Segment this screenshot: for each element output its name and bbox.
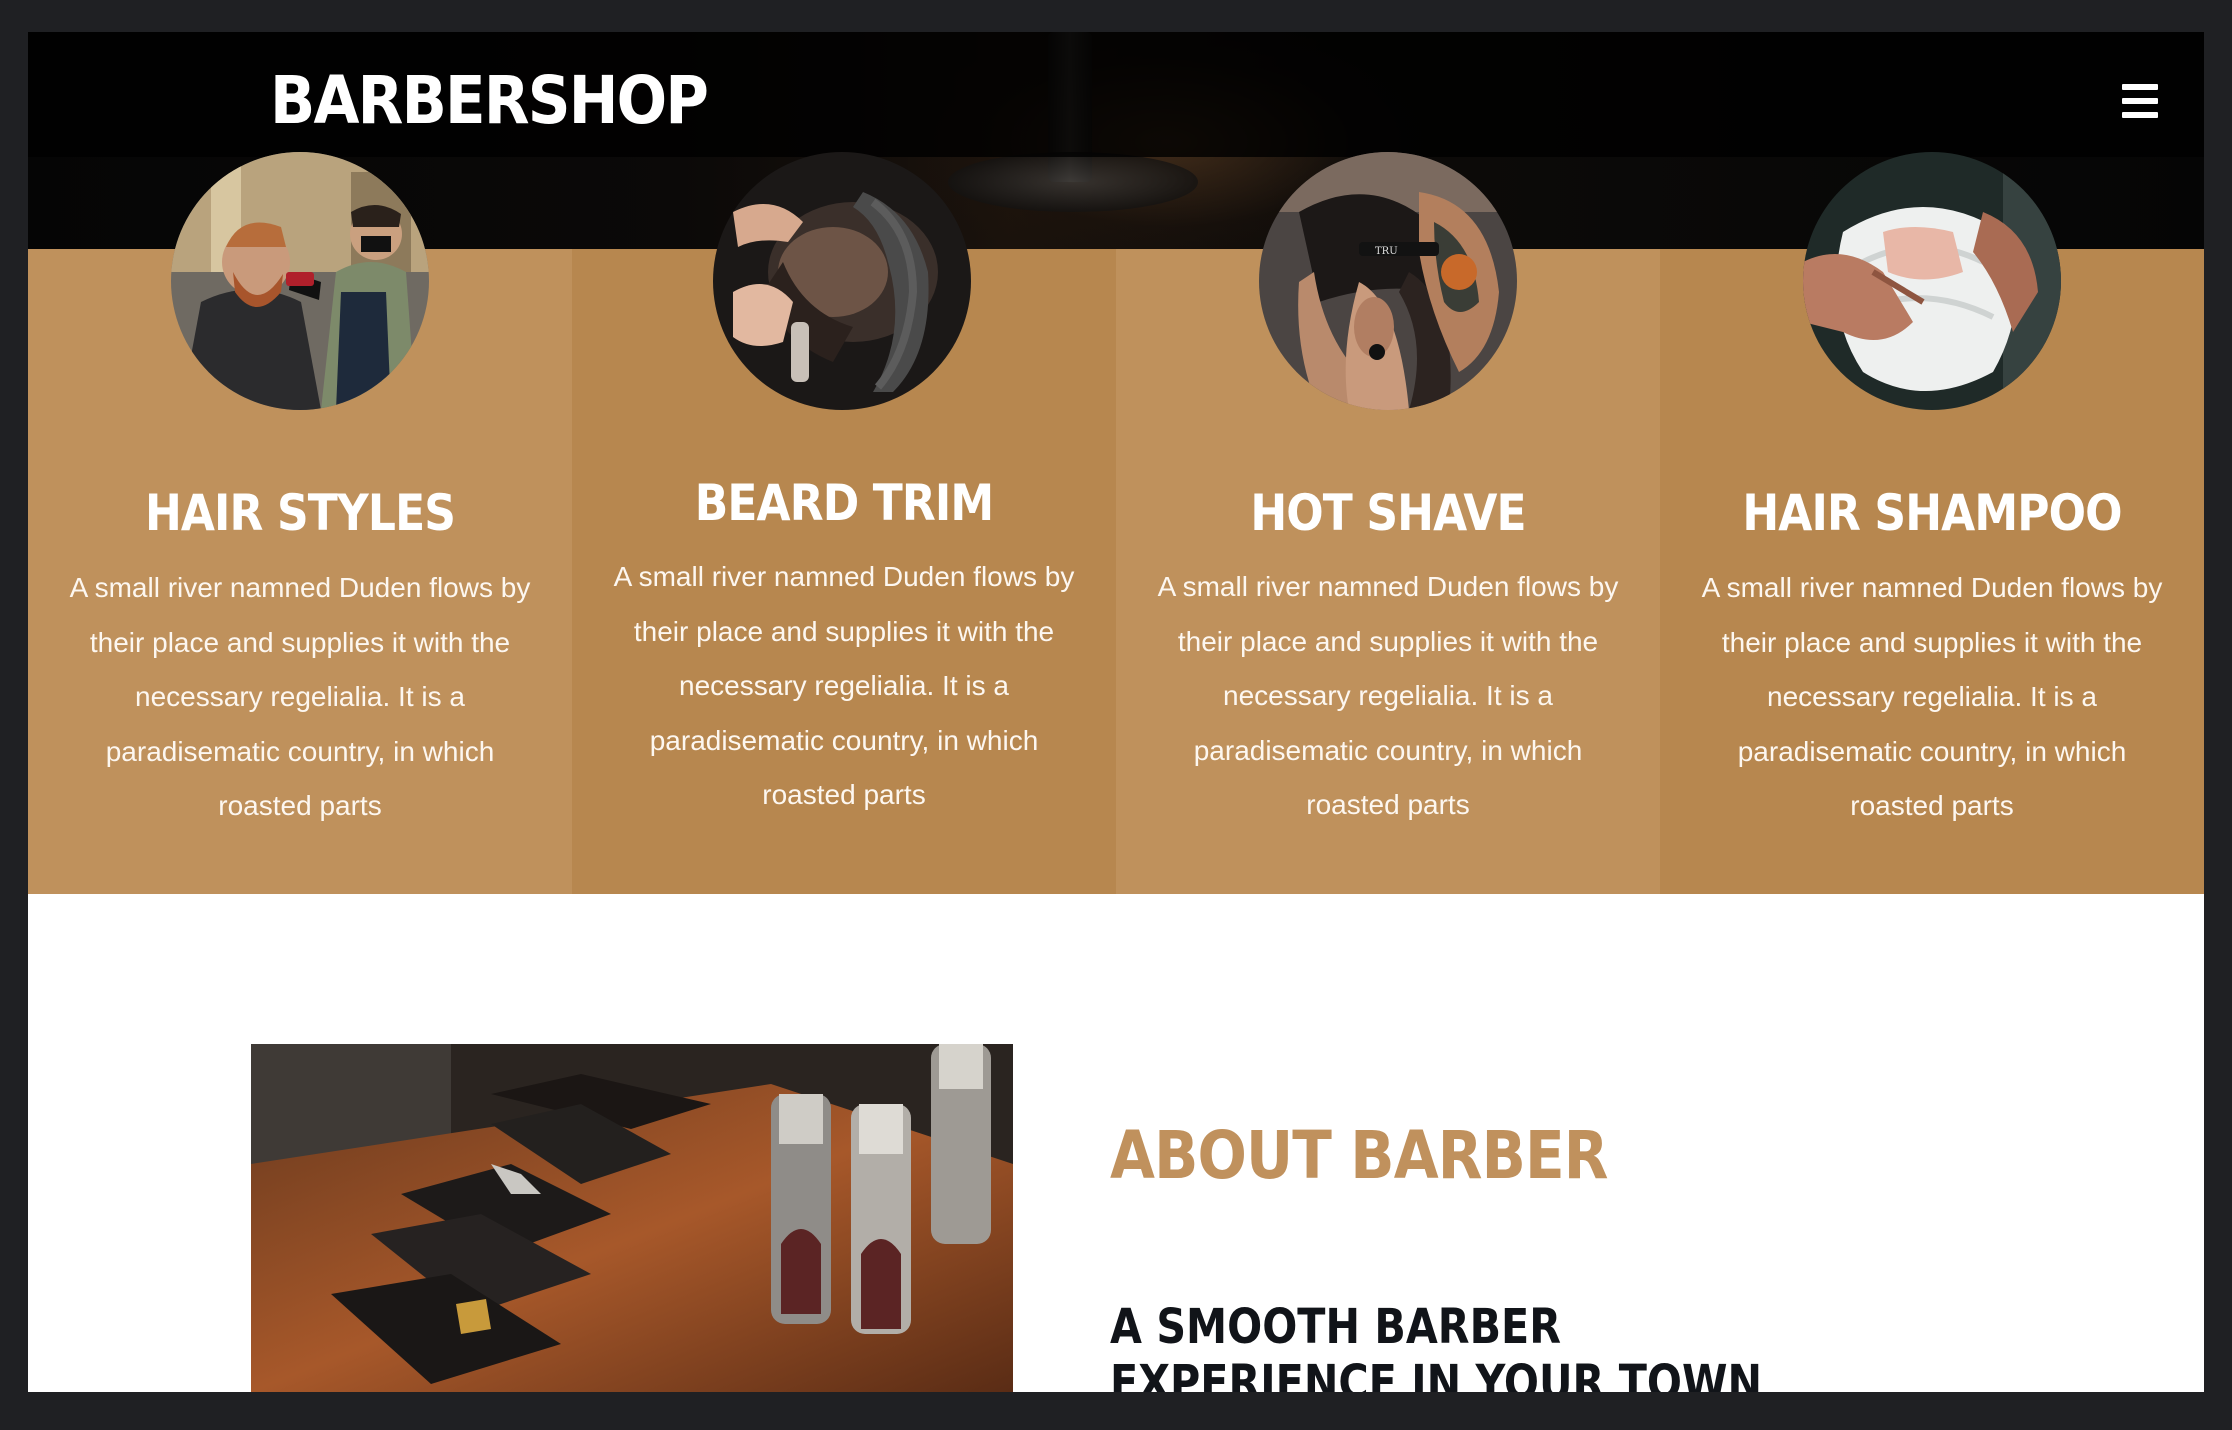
description-line: their place and supplies it with the (89, 626, 511, 658)
barber-chair-base (948, 152, 1198, 212)
menu-bar (2122, 112, 2158, 118)
svg-text:TRU: TRU (1375, 246, 1398, 257)
barber-styling-photo (171, 152, 429, 410)
service-title: HAIR SHAMPOO (1742, 484, 2122, 542)
towel-shampoo-photo (1803, 152, 2061, 410)
description-line: necessary regelialia. It is a (135, 681, 465, 712)
description-line: roasted parts (1850, 790, 2014, 821)
about-heading: ABOUT BARBER (1110, 1117, 1609, 1194)
beard-trim-photo (713, 152, 971, 410)
description-line: paradisematic country, in which (1193, 734, 1583, 766)
service-title: HOT SHAVE (1250, 484, 1526, 542)
service-description: A small river namned Duden flows by thei… (572, 550, 1116, 823)
description-line: their place and supplies it with the (633, 615, 1055, 647)
hamburger-menu-icon[interactable] (2122, 84, 2158, 118)
hot-shave-photo: TRU (1259, 152, 1517, 410)
description-line: A small river namned Duden flows by (613, 561, 1075, 592)
menu-bar (2122, 98, 2158, 104)
description-line: A small river namned Duden flows by (1157, 571, 1619, 602)
description-line: necessary regelialia. It is a (1223, 680, 1553, 711)
service-description: A small river namned Duden flows by thei… (1660, 561, 2204, 834)
description-line: paradisematic country, in which (1737, 735, 2127, 767)
brand-logo[interactable]: BARBERSHOP (270, 62, 709, 139)
hair-clippers-photo (251, 1044, 1013, 1392)
page-viewport: BARBERSHOP HAIR STYLES A small river nam… (28, 32, 2204, 1392)
about-subheading: A SMOOTH BARBER EXPERIENCE IN YOUR TOWN (1110, 1299, 1763, 1392)
description-line: paradisematic country, in which (105, 735, 495, 767)
service-description: A small river namned Duden flows by thei… (28, 561, 572, 834)
description-line: A small river namned Duden flows by (1701, 572, 2163, 603)
description-line: their place and supplies it with the (1721, 626, 2143, 658)
menu-bar (2122, 84, 2158, 90)
service-title: BEARD TRIM (694, 474, 995, 532)
description-line: paradisematic country, in which (649, 724, 1039, 756)
service-description: A small river namned Duden flows by thei… (1116, 560, 1660, 833)
description-line: roasted parts (762, 779, 926, 810)
description-line: A small river namned Duden flows by (69, 572, 531, 603)
description-line: necessary regelialia. It is a (679, 670, 1009, 701)
description-line: roasted parts (218, 790, 382, 821)
description-line: their place and supplies it with the (1177, 625, 1599, 657)
service-title: HAIR STYLES (144, 484, 456, 542)
description-line: roasted parts (1306, 789, 1470, 820)
description-line: necessary regelialia. It is a (1767, 681, 2097, 712)
